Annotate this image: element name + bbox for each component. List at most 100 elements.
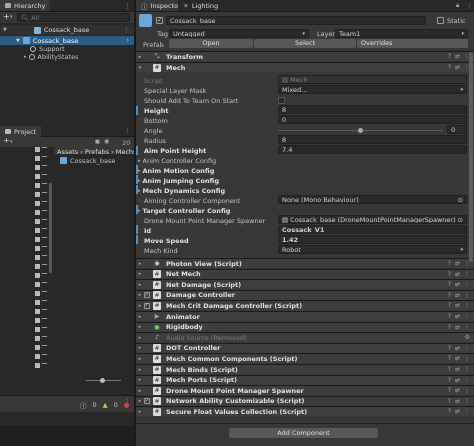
object-name-field[interactable]: Cossack_base [166,16,426,25]
mech-kind-dropdown[interactable]: Robot ▾ [278,245,467,254]
special-layer-mask-dropdown[interactable]: Mixed... ▾ [278,85,467,94]
component-mech[interactable]: ▾ # Mech ? ⇄ ⋮ [136,62,474,72]
layer-dropdown[interactable]: Team1 ▾ [335,29,468,38]
help-icon[interactable]: ? [448,64,451,71]
breadcrumb-prefabs[interactable]: Prefabs [85,148,109,156]
component-menu-icon[interactable]: ⋮ [464,302,470,309]
info-icon[interactable]: ⓘ [80,400,87,410]
presets-icon[interactable]: ⇄ [455,271,460,278]
component-menu-icon[interactable]: ⋮ [464,345,470,352]
component-header[interactable]: ▸ # DOT Controller? ⇄ ⋮ [136,342,474,353]
scene-row[interactable]: ▼ Cossack_base ⋮ [0,25,134,35]
component-header[interactable]: ▸ # Mech Binds (Script)? ⇄ ⋮ [136,364,474,374]
lock-icon[interactable]: 🔒︎ [456,2,459,10]
presets-icon[interactable]: ⇄ [455,64,460,71]
help-icon[interactable]: ? [448,271,451,278]
hierarchy-item-abilitystates[interactable]: ▸ AbilityStates [0,53,134,61]
presets-icon[interactable]: ⇄ [455,302,460,309]
foldout-anim-controller-config[interactable]: ▸ Anim Controller Config [138,156,474,165]
object-picker-icon[interactable]: ⊙ [458,196,463,203]
component-header[interactable]: ▸ # Net Damage (Script)? ⇄ ⋮ [136,279,474,290]
move-speed-input[interactable]: 1.42 [278,235,467,244]
inspector-scrollbar[interactable] [469,52,473,262]
component-header[interactable]: ▸ ✓ # Mech Crit Damage Controller (Script)?… [136,300,474,311]
component-header[interactable]: ▸ ◉ Photon View (Script)? ⇄ ⋮ [136,258,474,268]
component-header[interactable]: ▸ ♪ Audio Source (Removed) ⚙ [136,332,474,343]
menu-dots-icon[interactable]: ⋮ [124,127,131,135]
dropdown-arrow-icon[interactable]: ▾ [10,14,13,20]
angle-slider[interactable] [278,128,443,133]
component-menu-icon[interactable]: ⋮ [464,387,470,394]
hierarchy-item-support[interactable]: Support [0,45,134,53]
component-header[interactable]: ▸ # Mech Ports (Script)? ⇄ ⋮ [136,374,474,385]
component-header[interactable]: ▸ ▶ Animator? ⇄ ⋮ [136,311,474,321]
component-menu-icon[interactable]: ⋮ [464,377,470,384]
component-header[interactable]: ▸ # Drone Mount Point Manager Spawner? ⇄ ⋮ [136,385,474,396]
presets-icon[interactable]: ⇄ [455,313,460,320]
eye-icon[interactable]: ◉ [104,138,109,145]
component-menu-icon[interactable]: ⋮ [464,271,470,278]
help-icon[interactable]: ? [448,387,451,394]
presets-icon[interactable]: ⇄ [455,387,460,394]
component-transform[interactable]: ▸ ⤡ Transform ? ⇄ ⋮ [136,51,474,61]
component-menu-icon[interactable]: ⋮ [464,324,470,331]
scene-menu-icon[interactable]: ⋮ [124,26,131,34]
help-icon[interactable]: ? [448,377,451,384]
presets-icon[interactable]: ⇄ [455,281,460,288]
prefab-open-button[interactable]: Open [169,39,253,48]
active-checkbox[interactable]: ✓ [156,17,163,24]
should-add-checkbox[interactable] [278,97,285,104]
presets-icon[interactable]: ⇄ [455,408,460,415]
aiming-controller-object-field[interactable]: None (Mono Behaviour) ⊙ [278,195,467,204]
component-menu-icon[interactable]: ⋮ [464,313,470,320]
help-icon[interactable]: ? [448,292,451,299]
menu-dots-icon[interactable]: ⋮ [466,2,473,10]
component-menu-icon[interactable]: ⋮ [464,292,470,299]
help-icon[interactable]: ? [448,53,451,60]
presets-icon[interactable]: ⇄ [455,292,460,299]
drone-mount-object-field[interactable]: ▤ Cossack_base (DroneMountPointManagerSp… [278,215,467,224]
enabled-checkbox[interactable]: ✓ [144,398,150,405]
enabled-checkbox[interactable]: ✓ [144,292,150,299]
foldout-anim-motion-config[interactable]: ▸ Anim Motion Config [138,166,474,175]
hierarchy-search-input[interactable]: 🔍︎ All [17,13,130,22]
help-icon[interactable]: ? [448,281,451,288]
component-menu-icon[interactable]: ⋮ [464,355,470,362]
component-menu-icon[interactable]: ⋮ [464,408,470,415]
dropdown-arrow-icon[interactable]: ▾ [10,139,13,145]
gear-icon[interactable]: ⚙ [465,334,470,341]
presets-icon[interactable]: ⇄ [455,260,460,267]
height-input[interactable]: 8 [278,105,467,114]
component-menu-icon[interactable]: ⋮ [464,366,470,373]
component-header[interactable]: ▸ # Secure Float Values Collection (Script… [136,406,474,417]
breadcrumb-assets[interactable]: Assets [57,148,78,156]
bottom-input[interactable]: 0 [278,115,467,124]
help-icon[interactable]: ? [448,355,451,362]
component-header[interactable]: ▸ # Mech Common Components (Script)? ⇄ ⋮ [136,353,474,364]
component-header[interactable]: ▸ ✓ # Damage Controller? ⇄ ⋮ [136,289,474,300]
scrollbar[interactable] [49,183,52,273]
presets-icon[interactable]: ⇄ [455,324,460,331]
angle-input[interactable]: 0 [447,125,467,134]
warning-icon[interactable]: ▲ [103,401,108,409]
add-icon[interactable]: + [3,12,10,21]
presets-icon[interactable]: ⇄ [455,355,460,362]
static-checkbox[interactable] [437,17,444,24]
foldout-mech-dynamics-config[interactable]: ▸ Mech Dynamics Config [138,186,474,195]
zoom-slider[interactable] [86,378,121,383]
presets-icon[interactable]: ⇄ [455,345,460,352]
radius-input[interactable]: 8 [278,135,467,144]
help-icon[interactable]: ? [448,260,451,267]
object-picker-icon[interactable]: ⊙ [458,216,463,223]
aim-point-height-input[interactable]: 7.4 [278,145,467,154]
help-icon[interactable]: ? [448,345,451,352]
help-icon[interactable]: ? [448,313,451,320]
help-icon[interactable]: ? [448,302,451,309]
foldout-anim-jumping-config[interactable]: ▸ Anim Jumping Config [138,176,474,185]
component-header[interactable]: ▸ ● Rigidbody? ⇄ ⋮ [136,321,474,332]
tab-hierarchy[interactable]: Hierarchy [0,0,51,11]
add-icon[interactable]: + [3,136,10,145]
enabled-checkbox[interactable]: ✓ [144,302,150,309]
tag-dropdown[interactable]: Untagged ▾ [169,29,309,38]
component-menu-icon[interactable]: ⋮ [464,281,470,288]
